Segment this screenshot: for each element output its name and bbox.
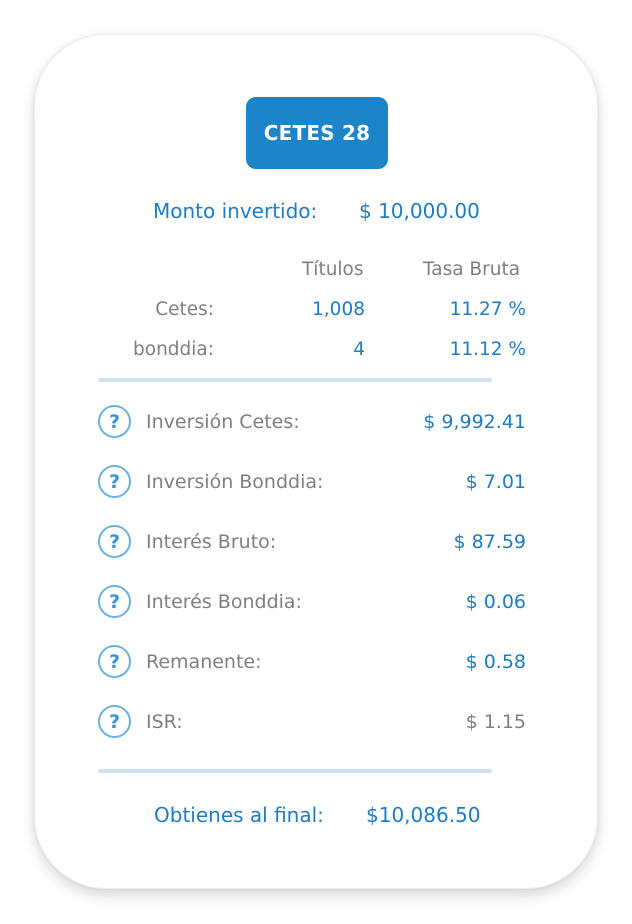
total-value: $10,086.50 — [366, 803, 481, 827]
detail-label-interes-bruto: Interés Bruto: — [146, 531, 277, 553]
detail-value-isr: $ 1.15 — [465, 711, 526, 733]
table-row-label: Cetes: — [155, 299, 214, 320]
table-row-tasa: 11.12 % — [449, 339, 526, 360]
col-header-tasa-bruta: Tasa Bruta — [423, 259, 521, 280]
table-row-titulos: 4 — [353, 339, 365, 360]
table-row-titulos: 1,008 — [312, 299, 365, 320]
divider-bottom — [98, 769, 492, 773]
detail-label-inversion-cetes: Inversión Cetes: — [146, 411, 300, 433]
help-icon[interactable]: ? — [98, 405, 131, 438]
help-icon[interactable]: ? — [98, 525, 131, 558]
divider-top — [98, 378, 492, 382]
col-header-titulos: Títulos — [302, 259, 364, 280]
investment-value: $ 10,000.00 — [359, 199, 480, 223]
table-row-tasa: 11.27 % — [449, 299, 526, 320]
investment-label: Monto invertido: — [153, 199, 318, 223]
detail-label-remanente: Remanente: — [146, 651, 262, 673]
detail-label-inversion-bonddia: Inversión Bonddia: — [146, 471, 324, 493]
total-label: Obtienes al final: — [154, 803, 324, 827]
table-row-label: bonddia: — [133, 339, 214, 360]
help-icon[interactable]: ? — [98, 465, 131, 498]
detail-value-interes-bruto: $ 87.59 — [453, 531, 526, 553]
help-icon[interactable]: ? — [98, 705, 131, 738]
detail-value-remanente: $ 0.58 — [465, 651, 526, 673]
detail-value-inversion-cetes: $ 9,992.41 — [423, 411, 526, 433]
detail-label-isr: ISR: — [146, 711, 183, 733]
detail-value-interes-bonddia: $ 0.06 — [465, 591, 526, 613]
cetes-28-button[interactable]: CETES 28 — [246, 97, 388, 169]
help-icon[interactable]: ? — [98, 645, 131, 678]
help-icon[interactable]: ? — [98, 585, 131, 618]
detail-value-inversion-bonddia: $ 7.01 — [465, 471, 526, 493]
detail-label-interes-bonddia: Interés Bonddia: — [146, 591, 302, 613]
